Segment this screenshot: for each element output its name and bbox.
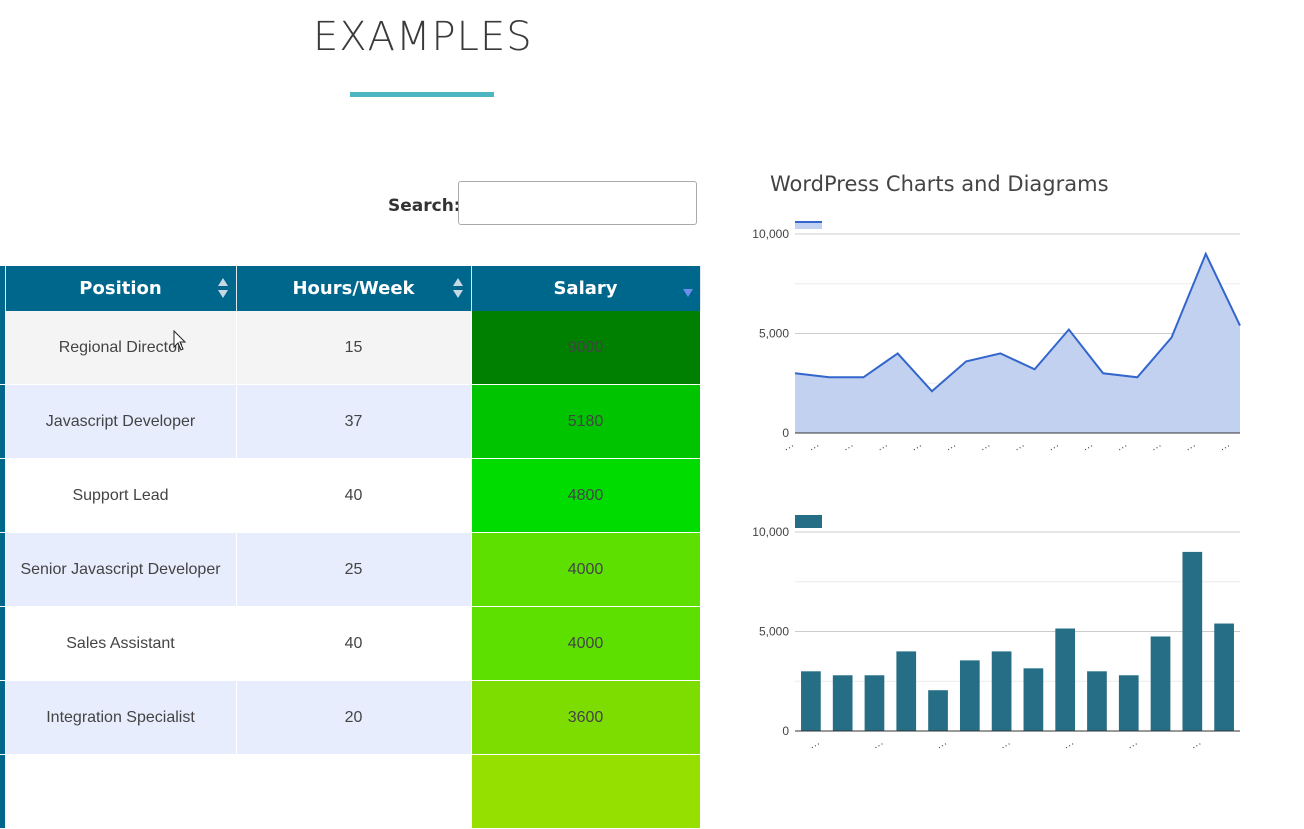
x-tick-label: … [908, 438, 924, 454]
position-cell: Senior Javascript Developer [5, 532, 237, 607]
hours-cell: 15 [236, 311, 472, 385]
column-header-label: Hours/Week [292, 278, 415, 299]
x-tick-label: … [1114, 438, 1130, 454]
search-input[interactable] [458, 181, 697, 225]
sort-both-icon [217, 278, 228, 300]
position-cell: Sales Assistant [5, 606, 237, 681]
heading-underline [350, 92, 494, 97]
bar [928, 690, 948, 731]
salary-cell [471, 754, 701, 829]
position-cell: Integration Specialist [5, 680, 237, 755]
legend-swatch [795, 515, 822, 528]
bar [959, 660, 980, 731]
table-row: Javascript Developer 37 5180 [0, 384, 701, 459]
table-row: Support Lead 40 4800 [0, 458, 701, 533]
position-cell: Support Lead [5, 458, 237, 533]
page-heading: EXAMPLES [313, 14, 533, 60]
x-tick-label: … [1061, 736, 1077, 752]
x-tick-label: … [806, 438, 822, 454]
x-tick-label: … [934, 736, 950, 752]
position-cell: Javascript Developer [5, 384, 237, 459]
sort-descending-icon [682, 289, 693, 297]
hours-cell: 40 [236, 606, 472, 681]
y-tick-label: 10,000 [752, 525, 789, 539]
x-tick-label: … [1217, 438, 1233, 454]
y-tick-label: 10,000 [752, 227, 789, 241]
hours-cell: 20 [236, 680, 472, 755]
x-tick-label: … [1188, 736, 1204, 752]
bar-chart: 0 5,000 10,000 … … … … … … … [752, 515, 1240, 752]
bar [1023, 668, 1044, 731]
salary-cell: 4800 [471, 458, 701, 533]
column-header-salary[interactable]: Salary [471, 266, 701, 311]
x-tick-label: … [1182, 438, 1198, 454]
chart-title: WordPress Charts and Diagrams [770, 172, 1109, 196]
salary-cell: 3600 [471, 680, 701, 755]
sort-both-icon [452, 278, 463, 300]
bar [1087, 671, 1107, 731]
y-tick-label: 0 [782, 724, 789, 738]
x-tick-label: … [997, 736, 1013, 752]
x-tick-label: … [1080, 438, 1096, 454]
column-header-label: Position [79, 278, 162, 299]
bar [1214, 623, 1234, 731]
position-cell [5, 754, 237, 829]
bar [864, 675, 885, 731]
x-tick-label: … [870, 736, 886, 752]
x-tick-label: … [840, 438, 856, 454]
x-tick-label: … [1148, 438, 1164, 454]
salary-cell: 4000 [471, 532, 701, 607]
search-label: Search: [388, 196, 461, 216]
x-tick-label: … [781, 438, 797, 454]
table-row: Sales Assistant 40 4000 [0, 606, 701, 681]
table-row: Senior Javascript Developer 25 4000 [0, 532, 701, 607]
x-tick-label: … [943, 438, 959, 454]
bar [896, 651, 917, 731]
area-fill [795, 253, 1240, 433]
y-tick-label: 5,000 [759, 625, 789, 639]
x-tick-label: … [806, 736, 822, 752]
bar [1055, 628, 1076, 731]
table-row: Integration Specialist 20 3600 [0, 680, 701, 755]
hours-cell: 37 [236, 384, 472, 459]
salary-cell: 4000 [471, 606, 701, 681]
mouse-pointer-icon [173, 330, 187, 351]
hours-cell [236, 754, 472, 829]
bar [991, 651, 1012, 731]
table-header-row: Position Hours/Week Salary [0, 266, 701, 311]
salary-cell: 9000 [471, 311, 701, 385]
hours-cell: 25 [236, 532, 472, 607]
bar [832, 675, 853, 731]
x-tick-label: … [874, 438, 890, 454]
bar [1150, 636, 1171, 731]
column-header-position[interactable]: Position [5, 266, 237, 311]
table-row: Regional Director 15 9000 [0, 311, 701, 385]
column-header-label: Salary [553, 278, 618, 299]
position-cell: Regional Director [5, 311, 237, 385]
area-chart: 05,00010,000…………………………………… [752, 221, 1241, 454]
x-tick-label: … [1011, 438, 1027, 454]
table-row [0, 754, 701, 829]
x-tick-label: … [977, 438, 993, 454]
data-table: Position Hours/Week Salary Regional Dire… [0, 266, 701, 829]
x-tick-label: … [1045, 438, 1061, 454]
column-header-hours[interactable]: Hours/Week [236, 266, 472, 311]
salary-cell: 5180 [471, 384, 701, 459]
y-tick-label: 5,000 [759, 327, 789, 341]
hours-cell: 40 [236, 458, 472, 533]
bar [1182, 551, 1203, 731]
x-tick-label: … [1124, 736, 1140, 752]
bar [801, 671, 821, 731]
bar [1118, 675, 1139, 731]
